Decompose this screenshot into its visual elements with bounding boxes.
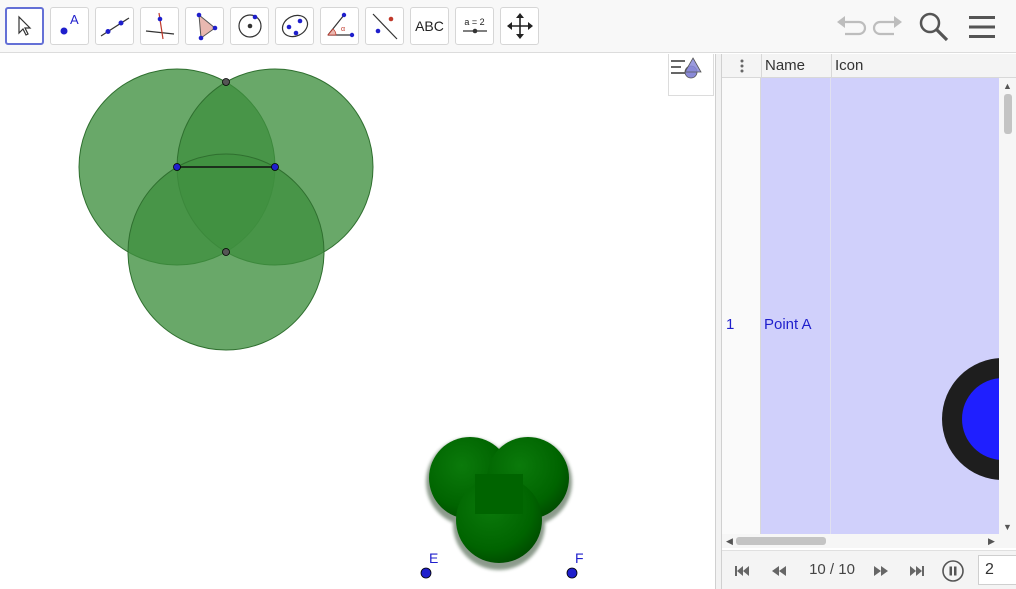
spreadsheet-view[interactable]: Name Icon 1 Point A ▲ ▼ ◀ ▶ 10 / 10 2 (722, 54, 1016, 589)
angle-tool-button[interactable]: α (320, 7, 359, 45)
trefoil-shape[interactable] (426, 437, 572, 570)
line-tool-button[interactable] (95, 7, 134, 45)
svg-text:α: α (341, 26, 345, 33)
text-tool-label: ABC (415, 18, 444, 34)
search-icon (919, 12, 949, 42)
undo-icon (837, 16, 867, 36)
horizontal-scrollbar[interactable]: ◀ ▶ (722, 534, 1016, 548)
menu-icon (969, 16, 995, 38)
line-through-points-icon (100, 17, 129, 37)
column-header-icon[interactable]: Icon (831, 54, 1016, 78)
cell-name[interactable]: Point A (761, 78, 831, 534)
circle-tool-button[interactable] (230, 7, 269, 45)
horizontal-scroll-thumb[interactable] (736, 537, 826, 545)
text-tool-button[interactable]: ABC (410, 7, 449, 45)
pause-icon (942, 560, 964, 582)
move-tool-button[interactable] (5, 7, 44, 45)
vertical-scroll-thumb[interactable] (1004, 94, 1012, 134)
point-f[interactable] (566, 567, 578, 579)
style-bar-icon (671, 57, 702, 79)
rewind-icon (772, 566, 786, 576)
geogebra-app: A α ABC a = 2 E F Name Icon 1 Point A ▲ … (0, 0, 1016, 589)
first-step-button[interactable] (730, 559, 754, 583)
graphics-canvas[interactable] (0, 54, 715, 589)
redo-button[interactable] (871, 10, 905, 44)
point-f-label: F (575, 550, 584, 566)
next-step-button[interactable] (869, 559, 893, 583)
angle-icon: α (326, 12, 354, 38)
undo-button[interactable] (834, 10, 868, 44)
spreadsheet-header: Name Icon (722, 54, 1016, 78)
point-a[interactable] (173, 163, 181, 171)
vertical-scrollbar[interactable]: ▲ ▼ (999, 78, 1016, 534)
slider-tool-label: a = 2 (464, 17, 485, 27)
redo-icon (872, 16, 902, 36)
polygon-tool-button[interactable] (185, 7, 224, 45)
last-step-button[interactable] (905, 559, 929, 583)
ellipse-tool-button[interactable] (275, 7, 314, 45)
previous-step-button[interactable] (767, 559, 791, 583)
fast-forward-icon (874, 566, 888, 576)
ellipse-icon (281, 14, 308, 38)
spreadsheet-options-icon[interactable] (722, 54, 761, 78)
cell-icon[interactable] (831, 78, 999, 534)
row-number[interactable]: 1 (726, 316, 734, 333)
cursor-arrow-icon (17, 15, 31, 36)
point-e-label: E (429, 550, 439, 566)
reflect-tool-button[interactable] (365, 7, 404, 45)
point-b[interactable] (271, 163, 279, 171)
point-tool-button[interactable]: A (50, 7, 89, 45)
perpendicular-line-icon (145, 12, 174, 40)
row-header-column: 1 (722, 78, 761, 534)
move-graphics-view-tool-button[interactable] (500, 7, 539, 45)
main-menu-button[interactable] (965, 10, 999, 44)
intersection-point-bottom[interactable] (222, 248, 230, 256)
point-tool-label: A (70, 12, 79, 27)
perpendicular-line-tool-button[interactable] (140, 7, 179, 45)
play-pause-button[interactable] (941, 559, 965, 583)
playback-speed-input[interactable]: 2 (978, 555, 1016, 585)
toolbar: A α ABC a = 2 (0, 0, 1016, 53)
move-arrows-icon (506, 13, 533, 39)
point-preview-icon (942, 358, 999, 480)
intersection-point-top[interactable] (222, 78, 230, 86)
column-header-name[interactable]: Name (761, 54, 831, 78)
slider-icon (462, 28, 487, 34)
circle-center-point-icon (237, 14, 262, 38)
search-button[interactable] (917, 10, 951, 44)
skip-to-end-icon (910, 566, 924, 576)
step-counter: 10 / 10 (809, 561, 855, 578)
point-e[interactable] (420, 567, 432, 579)
construction-playback-bar: 10 / 10 2 (722, 550, 1016, 589)
triangle-polygon-icon (196, 12, 217, 41)
slider-tool-button[interactable]: a = 2 (455, 7, 494, 45)
skip-to-start-icon (735, 566, 749, 576)
cell-name-value: Point A (764, 316, 812, 333)
view-divider[interactable] (715, 54, 722, 589)
reflect-about-line-icon (372, 13, 397, 40)
style-bar-toggle-button[interactable] (668, 54, 714, 96)
graphics-view[interactable]: E F (0, 54, 715, 589)
